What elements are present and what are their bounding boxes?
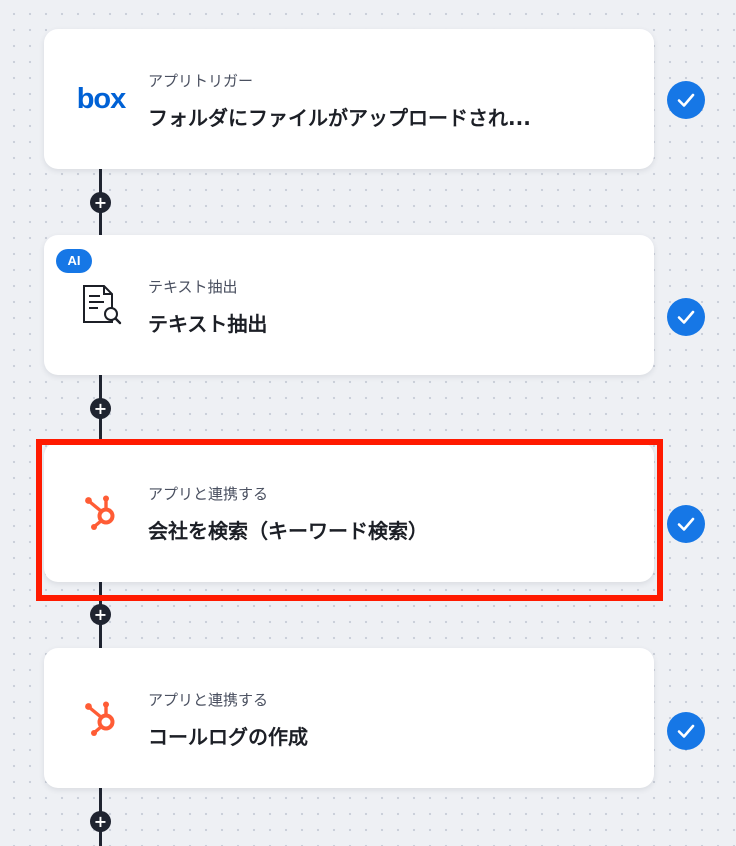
- step-complete-check-icon: [667, 505, 705, 543]
- add-step-button[interactable]: +: [90, 192, 111, 213]
- add-step-button[interactable]: +: [90, 398, 111, 419]
- document-search-icon: [76, 280, 126, 330]
- step-subtitle: アプリと連携する: [148, 691, 269, 709]
- flow-step-card-box-trigger[interactable]: box アプリトリガー フォルダにファイルがアップロードされ...: [44, 29, 654, 169]
- step-complete-check-icon: [667, 81, 705, 119]
- flow-step-card-call-log[interactable]: アプリと連携する コールログの作成: [44, 648, 654, 788]
- step-subtitle: テキスト抽出: [148, 278, 238, 296]
- ai-badge: AI: [56, 249, 92, 273]
- step-complete-check-icon: [667, 298, 705, 336]
- box-logo-icon: box: [76, 82, 127, 115]
- flow-step-card-text-extraction[interactable]: テキスト抽出 テキスト抽出: [44, 235, 654, 375]
- step-complete-check-icon: [667, 712, 705, 750]
- step-subtitle: アプリトリガー: [148, 72, 254, 90]
- hubspot-icon: [76, 693, 126, 743]
- add-step-button[interactable]: +: [90, 604, 111, 625]
- step-title: テキスト抽出: [148, 312, 268, 336]
- add-step-button[interactable]: +: [90, 811, 111, 832]
- step-title: フォルダにファイルがアップロードされ...: [148, 106, 531, 130]
- step-title: コールログの作成: [148, 725, 308, 749]
- highlight-frame: [36, 439, 663, 601]
